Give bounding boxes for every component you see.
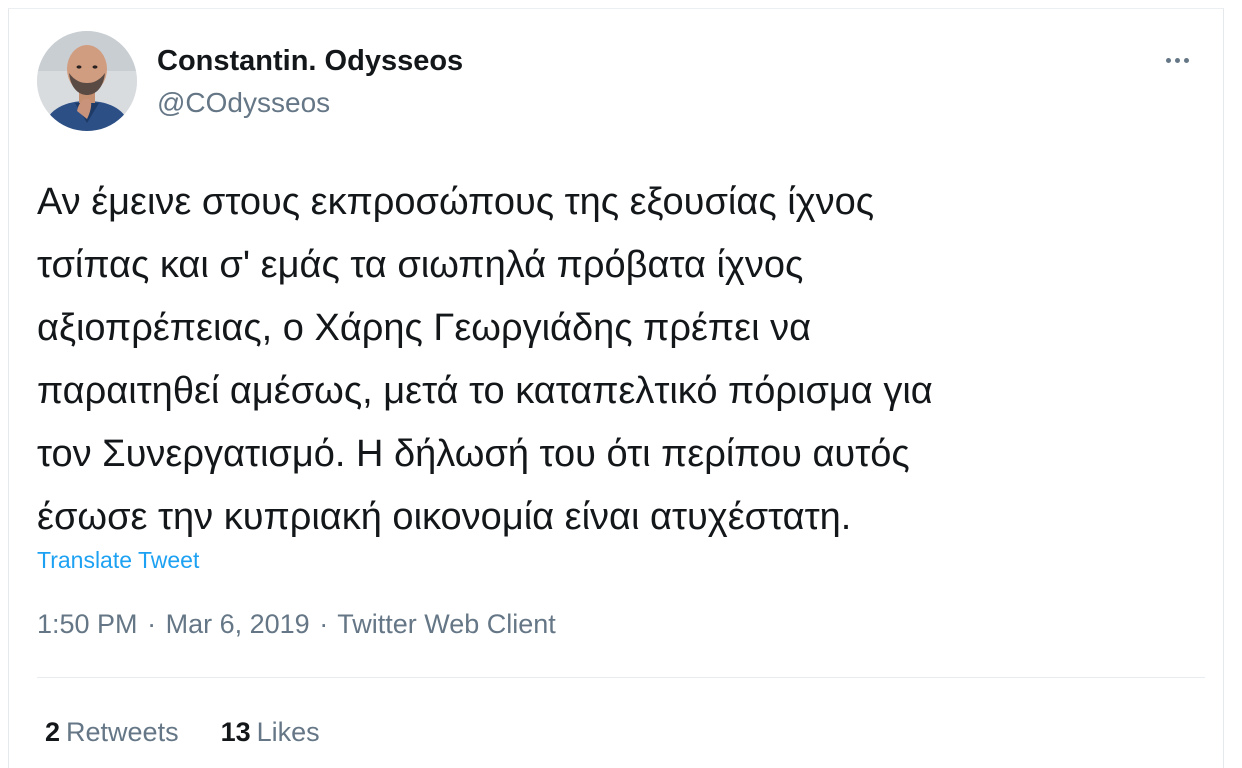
- likes-count: 13: [220, 717, 251, 747]
- meta-separator: ·: [319, 609, 329, 639]
- tweet-metadata: 1:50 PM · Mar 6, 2019 · Twitter Web Clie…: [37, 609, 556, 640]
- author-display-name[interactable]: Constantin. Odysseos: [157, 45, 463, 78]
- avatar-photo: [37, 31, 137, 131]
- translate-tweet-link[interactable]: Translate Tweet: [37, 547, 199, 574]
- tweet-card: Constantin. Odysseos @COdysseos Αν έμειν…: [8, 8, 1224, 768]
- tweet-date[interactable]: Mar 6, 2019: [166, 609, 310, 639]
- divider: [37, 677, 1205, 678]
- avatar[interactable]: [37, 31, 137, 131]
- tweet-source[interactable]: Twitter Web Client: [337, 609, 556, 639]
- retweets-count: 2: [45, 717, 61, 747]
- likes-label: Likes: [256, 717, 320, 747]
- tweet-text-line: τον Συνεργατισμό. Η δήλωσή του ότι περίπ…: [37, 433, 910, 475]
- likes-stat[interactable]: 13 Likes: [221, 717, 320, 748]
- tweet-text-line: τσίπας και σ' εμάς τα σιωπηλά πρόβατα ίχ…: [37, 244, 804, 286]
- retweets-stat[interactable]: 2 Retweets: [45, 717, 179, 748]
- more-options-button[interactable]: [1155, 45, 1199, 75]
- tweet-text-line: παραιτηθεί αμέσως, μετά το καταπελτικό π…: [37, 370, 933, 412]
- retweets-label: Retweets: [66, 717, 179, 747]
- tweet-text: Αν έμεινε στους εκπροσώπους της εξουσίας…: [37, 171, 1217, 549]
- tweet-stats: 2 Retweets 13 Likes: [45, 717, 320, 748]
- tweet-time[interactable]: 1:50 PM: [37, 609, 138, 639]
- tweet-text-line: έσωσε την κυπριακή οικονομία είναι ατυχέ…: [37, 496, 852, 538]
- meta-separator: ·: [147, 609, 157, 639]
- tweet-text-line: Αν έμεινε στους εκπροσώπους της εξουσίας…: [37, 181, 875, 223]
- tweet-text-line: αξιοπρέπειας, ο Χάρης Γεωργιάδης πρέπει …: [37, 307, 812, 349]
- author-handle[interactable]: @COdysseos: [157, 87, 330, 119]
- more-horizontal-icon: [1164, 57, 1191, 63]
